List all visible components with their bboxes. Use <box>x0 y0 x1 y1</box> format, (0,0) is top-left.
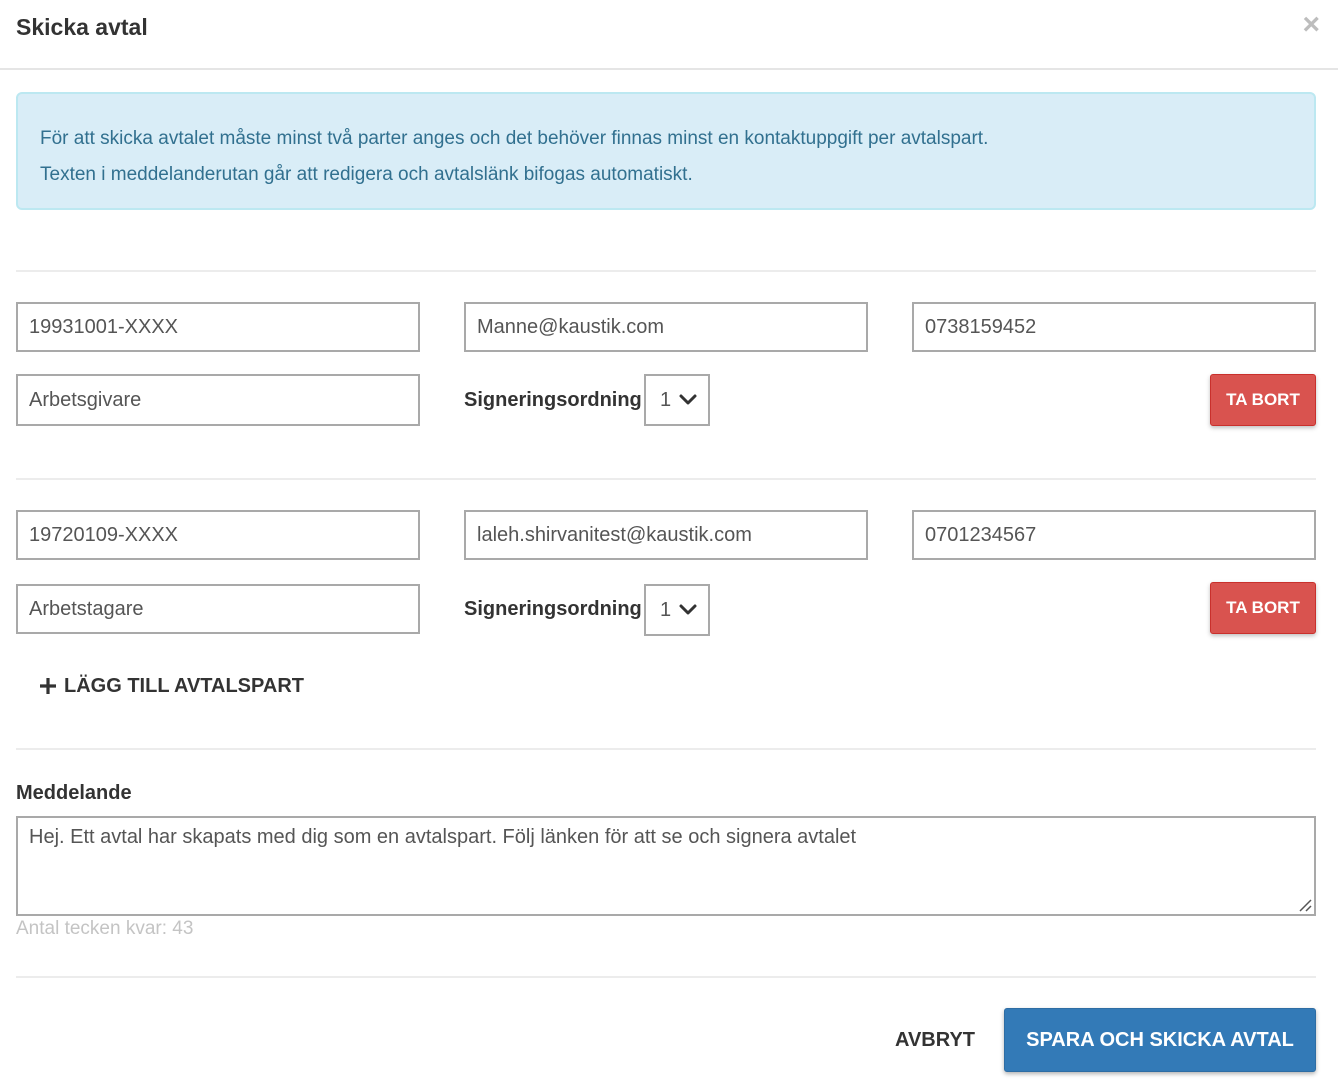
cancel-button[interactable]: AVBRYT <box>880 1020 990 1060</box>
save-and-send-button[interactable]: SPARA OCH SKICKA AVTAL <box>1004 1008 1316 1072</box>
chevron-down-icon <box>679 394 697 405</box>
resize-handle-icon[interactable] <box>1296 896 1312 912</box>
signing-order-value-1: 1 <box>660 388 672 411</box>
message-textarea[interactable]: Hej. Ett avtal har skapats med dig som e… <box>16 816 1316 916</box>
divider <box>16 748 1316 750</box>
message-label: Meddelande <box>16 782 132 804</box>
signing-order-label-2: Signeringsordning <box>464 598 642 620</box>
modal-title: Skicka avtal <box>16 14 148 40</box>
personal-number-input-2[interactable] <box>16 510 420 560</box>
signing-order-label-1: Signeringsordning <box>464 389 642 411</box>
info-alert: För att skicka avtalet måste minst två p… <box>16 92 1316 210</box>
personal-number-input-1[interactable] <box>16 302 420 352</box>
close-icon[interactable]: × <box>1302 10 1320 40</box>
phone-input-1[interactable] <box>912 302 1316 352</box>
signing-order-select-2[interactable]: 1 <box>644 584 710 636</box>
divider <box>16 976 1316 978</box>
signing-order-select-1[interactable]: 1 <box>644 374 710 426</box>
plus-icon <box>40 678 56 694</box>
phone-input-2[interactable] <box>912 510 1316 560</box>
signing-order-value-2: 1 <box>660 598 672 621</box>
info-line-1: För att skicka avtalet måste minst två p… <box>40 128 989 149</box>
email-input-2[interactable] <box>464 510 868 560</box>
chevron-down-icon <box>679 604 697 615</box>
char-count: Antal tecken kvar: 43 <box>16 918 194 939</box>
divider <box>16 270 1316 272</box>
email-input-1[interactable] <box>464 302 868 352</box>
info-line-2: Texten i meddelanderutan går att rediger… <box>40 164 693 185</box>
modal-header: Skicka avtal × <box>0 0 1338 70</box>
remove-party-button-2[interactable]: TA BORT <box>1210 582 1316 634</box>
add-party-label: LÄGG TILL AVTALSPART <box>64 674 304 697</box>
role-input-2[interactable] <box>16 584 420 634</box>
remove-party-button-1[interactable]: TA BORT <box>1210 374 1316 426</box>
role-input-1[interactable] <box>16 374 420 426</box>
add-party-button[interactable]: LÄGG TILL AVTALSPART <box>38 668 304 704</box>
divider <box>16 478 1316 480</box>
